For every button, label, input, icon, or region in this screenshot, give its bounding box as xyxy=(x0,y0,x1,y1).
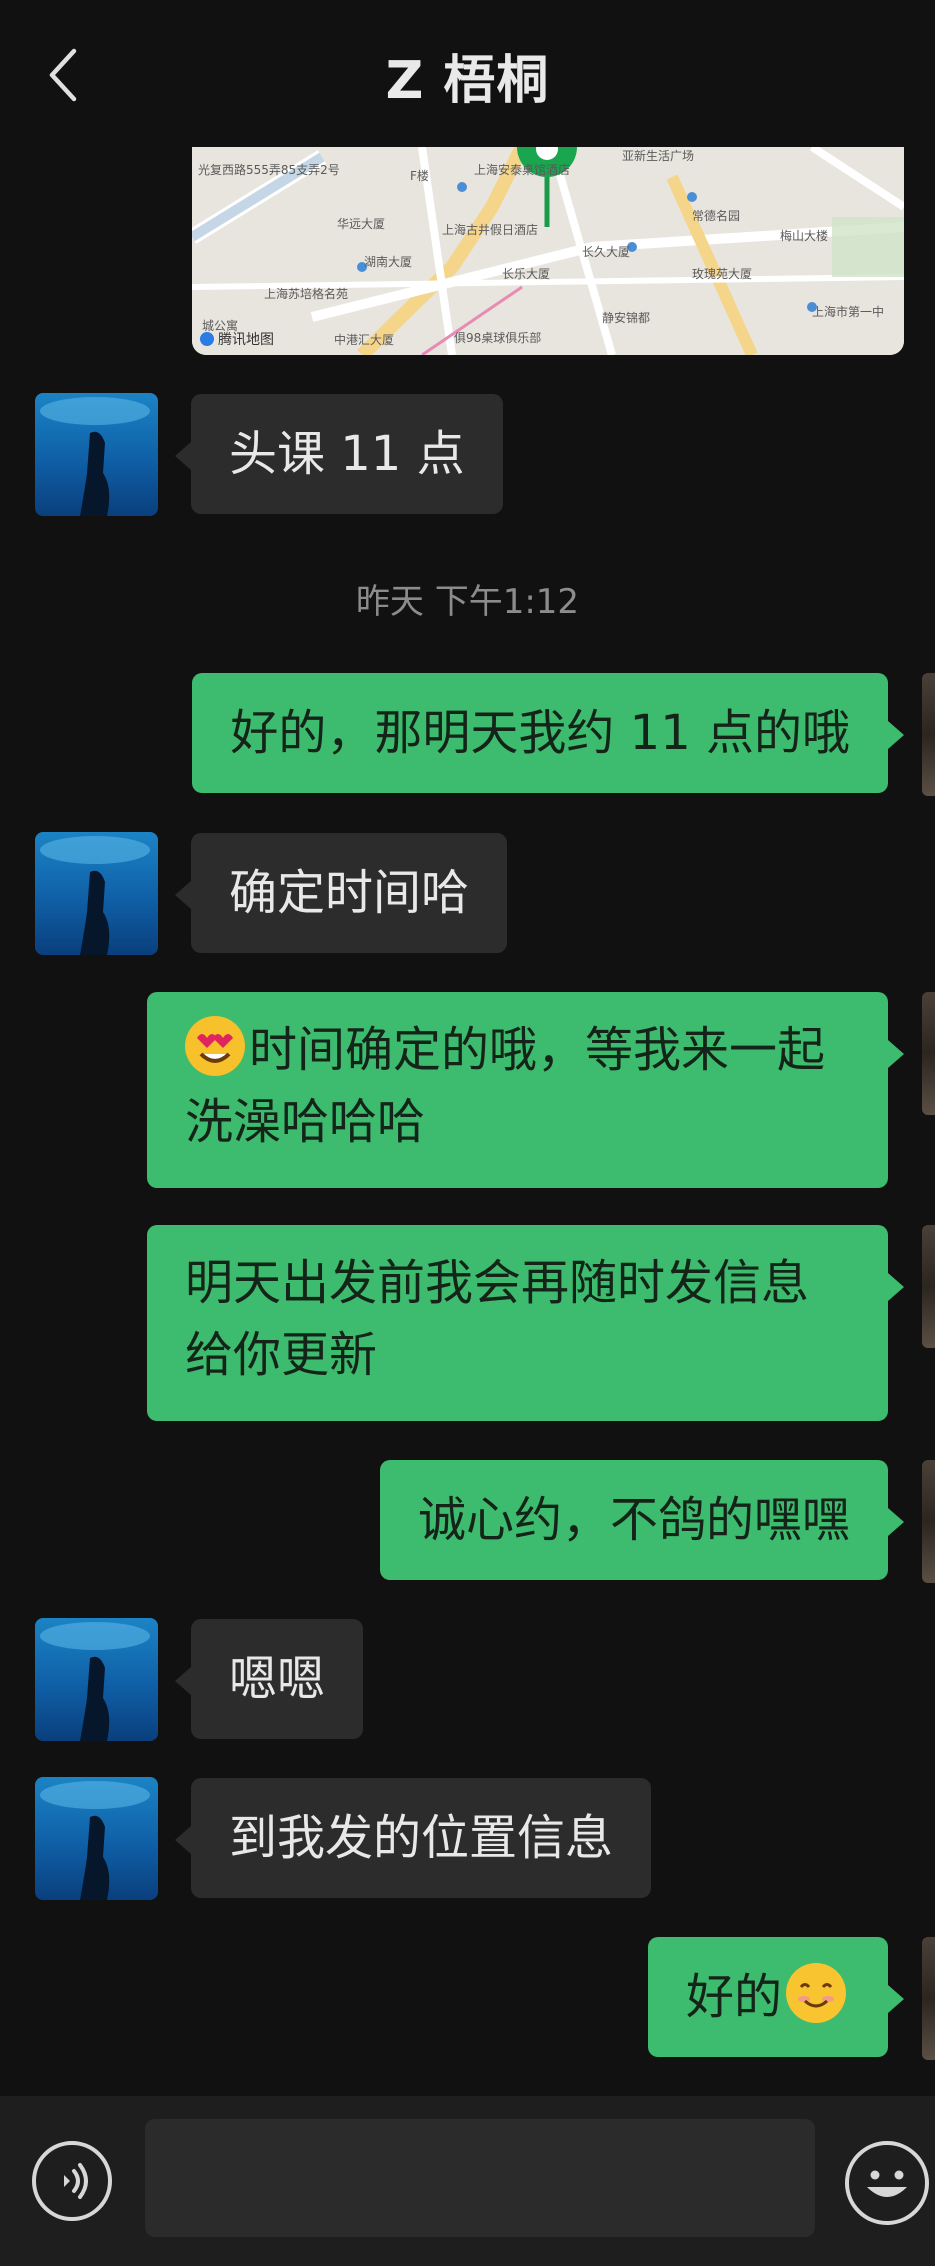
contact-avatar[interactable] xyxy=(35,1777,158,1900)
message-text: 时间确定的哦，等我来一起洗澡哈哈哈 xyxy=(185,1022,826,1150)
message-bubble-left[interactable]: 到我发的位置信息 xyxy=(174,1778,652,1898)
chat-header: Z 梧桐 xyxy=(0,0,935,145)
message-bubble-right[interactable]: 好的，那明天我约 11 点的哦 xyxy=(192,673,904,793)
map-label: 上海市第一中 xyxy=(812,305,885,319)
map-label: 中港汇大厦 xyxy=(334,333,395,347)
self-avatar[interactable] xyxy=(922,992,935,1115)
contact-avatar[interactable] xyxy=(35,393,158,516)
voice-input-button[interactable] xyxy=(32,2141,112,2221)
message-bubble-right[interactable]: 好的 xyxy=(647,1937,905,2057)
map-label: 静安锦都 xyxy=(602,311,651,325)
message-text: 好的 xyxy=(685,1969,782,2025)
self-avatar[interactable] xyxy=(922,1937,935,2060)
self-avatar[interactable] xyxy=(922,673,935,796)
heart-eyes-emoji-icon xyxy=(185,1016,245,1076)
map-label: 亚新生活广场 xyxy=(622,149,695,163)
message-bubble-right[interactable]: 时间确定的哦，等我来一起洗澡哈哈哈 xyxy=(147,992,904,1188)
map-roads xyxy=(192,147,904,355)
map-label: 常德名园 xyxy=(692,209,741,223)
message-bubble-left[interactable]: 确定时间哈 xyxy=(174,833,508,953)
contact-avatar[interactable] xyxy=(35,1618,158,1741)
emoji-button[interactable] xyxy=(845,2141,929,2225)
input-bar xyxy=(0,2096,935,2266)
map-label: 湖南大厦 xyxy=(364,255,413,269)
avatar-image xyxy=(40,1622,150,1741)
message-bubble-left[interactable]: 嗯嗯 xyxy=(174,1619,364,1739)
avatar-image xyxy=(40,836,150,955)
map-label: 梅山大楼 xyxy=(780,229,829,243)
message-bubble-left[interactable]: 头课 11 点 xyxy=(175,394,503,514)
avatar-image xyxy=(40,1781,150,1900)
emoji-face-icon xyxy=(867,2170,907,2197)
map-label: 光复西路555弄85支弄2号 xyxy=(198,163,340,177)
chat-title: Z 梧桐 xyxy=(385,51,550,111)
location-map-card[interactable]: 光复西路555弄85支弄2号 F楼 上海安泰桌馆酒店 亚新生活广场 常德名园 梅… xyxy=(192,147,904,355)
map-label: 华远大厦 xyxy=(337,217,386,231)
map-brand: 腾讯地图 xyxy=(200,329,274,349)
map-logo-icon xyxy=(200,332,214,346)
map-label: 长乐大厦 xyxy=(502,267,551,281)
message-bubble-right[interactable]: 诚心约，不鸽的嘿嘿 xyxy=(379,1460,905,1580)
avatar-image xyxy=(40,397,150,516)
map-label: 上海安泰桌馆酒店 xyxy=(474,163,571,177)
voice-icon xyxy=(64,2163,88,2199)
map-label: 上海苏培格名苑 xyxy=(264,287,349,301)
map-label: 玫瑰苑大厦 xyxy=(692,267,753,281)
map-label: F楼 xyxy=(410,169,429,183)
map-label: 上海古井假日酒店 xyxy=(442,223,539,237)
smile-emoji-icon xyxy=(786,1963,846,2023)
message-bubble-right[interactable]: 明天出发前我会再随时发信息给你更新 xyxy=(147,1225,904,1421)
self-avatar[interactable] xyxy=(922,1460,935,1583)
map-label: 俱98桌球俱乐部 xyxy=(454,331,542,345)
contact-avatar[interactable] xyxy=(35,832,158,955)
message-input[interactable] xyxy=(145,2119,815,2237)
self-avatar[interactable] xyxy=(922,1225,935,1348)
map-label: 长久大厦 xyxy=(582,245,631,259)
message-timestamp: 昨天 下午1:12 xyxy=(355,582,580,622)
